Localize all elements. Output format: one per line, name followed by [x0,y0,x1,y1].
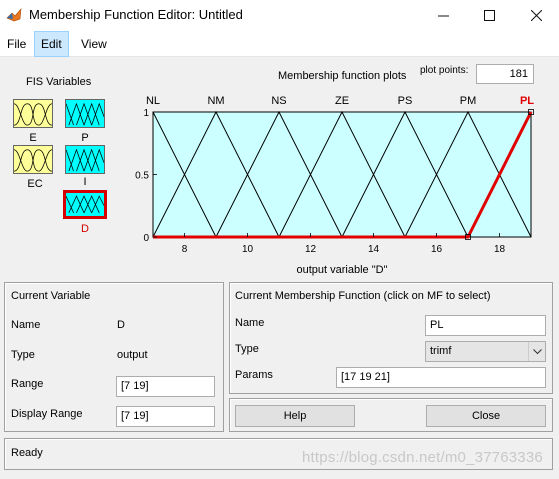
minimize-button[interactable] [420,0,466,31]
y-tick-label: 0 [143,233,149,244]
current-mf-panel: Current Membership Function (click on MF… [229,282,553,394]
x-tick-label: 16 [431,244,443,255]
x-tick-label: 14 [368,244,380,255]
fis-output-i[interactable] [65,145,105,174]
fis-variables-heading: FIS Variables [26,76,92,88]
maximize-icon [483,10,495,21]
fis-input-e-label: E [29,132,37,144]
y-tick-label: 0.5 [135,171,149,182]
mf-label-ns[interactable]: NS [271,95,286,107]
maximize-button[interactable] [466,0,512,31]
plot-area[interactable] [152,111,532,238]
x-tick-label: 12 [305,244,317,255]
matlab-app-icon [6,8,22,22]
mf-label-pl[interactable]: PL [520,95,534,107]
menu-file[interactable]: File [1,31,32,57]
close-icon [530,10,542,21]
fis-output-p-label: P [81,132,89,144]
mf-label-nl[interactable]: NL [146,95,160,107]
fis-input-ec-label: EC [27,178,43,190]
cv-range-label: Range [11,378,44,390]
close-button[interactable]: Close [426,405,546,427]
mf-params-input[interactable]: [17 19 21] [336,367,546,388]
minimize-icon [437,15,449,17]
x-tick-label: 8 [182,244,188,255]
cv-display-range-input[interactable]: [7 19] [116,406,215,427]
output-mf-icon [66,102,104,126]
fis-input-e[interactable] [13,99,53,128]
x-tick-label: 18 [494,244,506,255]
help-button[interactable]: Help [235,405,355,427]
chevron-down-icon[interactable] [528,342,545,361]
fis-input-ec[interactable] [13,145,53,174]
top-panel: FIS Variables E EC P I D Membership func… [0,57,559,279]
x-tick-label: 10 [242,244,254,255]
cv-name-value: D [117,319,125,331]
current-variable-panel: Current Variable Name D Type output Rang… [4,282,224,432]
mf-params-label: Params [235,369,273,381]
output-mf-icon [66,195,104,213]
close-window-button[interactable] [513,0,559,31]
mf-type-label: Type [235,343,259,355]
status-text: Ready [11,447,43,459]
input-mf-icon [14,149,52,172]
fis-output-p[interactable] [65,99,105,128]
fis-output-i-label: I [83,176,87,188]
plot-points-label: plot points: [420,65,469,76]
mf-type-value: trimf [430,345,452,357]
fis-output-d-label: D [81,223,89,235]
cv-name-label: Name [11,319,41,331]
cv-type-value: output [117,349,148,361]
current-mf-heading: Current Membership Function (click on MF… [235,290,491,302]
window-title: Membership Function Editor: Untitled [29,7,243,22]
input-mf-icon [14,103,52,126]
mf-name-input[interactable]: PL [425,315,546,336]
output-mf-icon [66,148,104,172]
mf-name-label: Name [235,317,265,329]
cv-display-range-label: Display Range [11,408,83,420]
menu-view[interactable]: View [75,31,113,57]
y-tick-label: 1 [143,108,149,119]
mf-label-ze[interactable]: ZE [335,95,349,107]
current-variable-heading: Current Variable [11,290,91,302]
plot-x-axis-label: output variable "D" [297,264,388,276]
cv-range-input[interactable]: [7 19] [116,376,215,397]
mf-label-pm[interactable]: PM [460,95,477,107]
title-bar: Membership Function Editor: Untitled [0,0,559,31]
cv-type-label: Type [11,349,35,361]
mf-label-ps[interactable]: PS [398,95,413,107]
plot-points-input[interactable]: 181 [476,64,534,84]
watermark-text: https://blog.csdn.net/m0_37763336 [302,449,543,466]
fis-output-d[interactable] [63,190,107,219]
mf-plot[interactable]: NL NM NS ZE PS PM PL 8 10 12 14 16 18 0 0.5 1 output v… [135,87,555,279]
menu-edit[interactable]: Edit [34,31,69,57]
buttons-panel: Help Close [229,398,553,432]
menu-bar: File Edit View [0,31,559,57]
plot-title: Membership function plots [278,70,407,82]
mf-label-nm[interactable]: NM [207,95,224,107]
mf-type-select[interactable]: trimf [425,341,546,362]
